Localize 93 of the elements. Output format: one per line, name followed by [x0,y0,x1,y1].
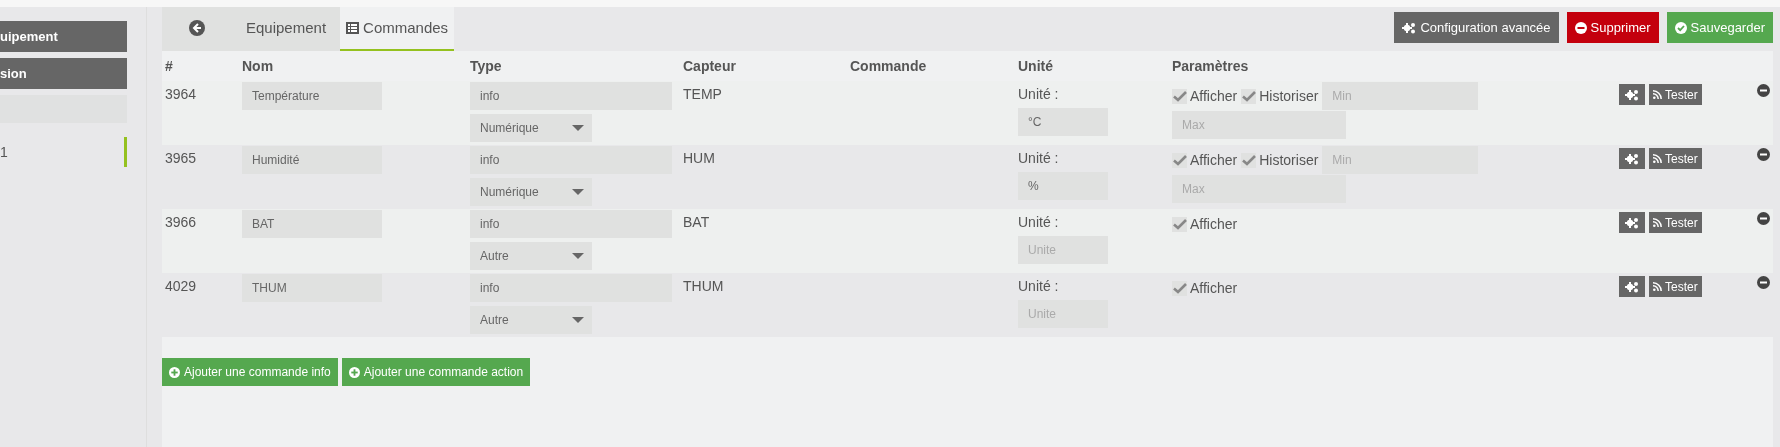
gears-icon [1625,280,1639,293]
remove-icon[interactable] [1757,84,1770,97]
save-button[interactable]: Sauvegarder [1666,12,1773,43]
back-arrow-icon [189,20,205,36]
unit-field[interactable]: °C [1018,108,1108,136]
minus-circle-icon [1574,21,1587,34]
unit-label: Unité : [1018,85,1059,104]
gears-icon [1625,152,1639,165]
column-header: Paramètres [1171,56,1250,76]
checkbox-label: Afficher [1190,86,1238,106]
table-cell: 3966 [165,214,197,230]
checkbox-label: Afficher [1190,278,1238,298]
column-header: Unité [1017,56,1054,76]
remove-icon[interactable] [1757,212,1770,225]
name-field[interactable]: BAT [242,210,382,238]
checkbox[interactable] [1172,216,1187,232]
column-header: Capteur [682,56,737,76]
type-field[interactable]: info [470,82,672,110]
table-cell: 4029 [165,278,197,294]
checkbox-label: Afficher [1190,214,1238,234]
check-icon [1172,154,1187,166]
table-cell: THUM [683,278,724,294]
add-command-button[interactable]: Ajouter une commande info [162,358,338,386]
dropdown-caret-icon [572,125,584,131]
gears-icon [1625,88,1639,101]
subtype-select[interactable]: Numérique [470,178,592,206]
gears-icon [1402,21,1417,34]
tab[interactable]: Equipement [232,7,341,51]
name-field[interactable]: Température [242,82,382,110]
rss-icon [1653,218,1662,227]
rss-icon [1653,282,1662,291]
check-circle-icon [1674,21,1687,34]
rss-icon [1653,154,1662,163]
table-cell: HUM [683,150,715,166]
test-button[interactable]: Tester [1649,84,1702,105]
checkbox[interactable] [1241,88,1257,104]
table-cell: BAT [683,214,710,230]
test-button[interactable]: Tester [1649,212,1702,233]
table-cell: TEMP [683,86,722,102]
column-header: Commande [849,56,928,76]
unit-label: Unité : [1018,213,1059,232]
remove-icon[interactable] [1757,148,1770,161]
subtype-select[interactable]: Autre [470,242,592,270]
configure-button[interactable] [1619,148,1645,169]
unit-field[interactable]: % [1018,172,1108,200]
unit-label: Unité : [1018,277,1059,296]
dropdown-caret-icon [572,253,584,259]
check-icon [1172,282,1187,294]
checkbox[interactable] [1172,280,1187,296]
add-command-button[interactable]: Ajouter une commande action [341,358,531,386]
remove-icon[interactable] [1757,276,1770,289]
subtype-select[interactable]: Autre [470,306,592,334]
dropdown-caret-icon [572,189,584,195]
checkbox[interactable] [1241,152,1257,168]
checkbox-label: Historiser [1259,86,1319,106]
column-header: Type [469,56,503,76]
subtype-select[interactable]: Numérique [470,114,592,142]
check-icon [1172,90,1187,102]
delete-button[interactable]: Supprimer [1566,12,1659,43]
rss-icon [1653,90,1662,99]
dropdown-caret-icon [572,317,584,323]
configure-button[interactable] [1619,212,1645,233]
check-icon [1241,154,1256,166]
sidebar-button[interactable]: uipement [0,21,127,52]
table-cell: 3965 [165,150,197,166]
type-field[interactable]: info [470,146,672,174]
checkbox[interactable] [1172,152,1187,168]
plus-circle-icon [348,366,360,378]
column-header: Nom [241,56,275,76]
sidebar-button[interactable]: sion [0,58,127,89]
checkbox[interactable] [1172,88,1187,104]
type-field[interactable]: info [470,210,672,238]
checkbox-label: Historiser [1259,150,1319,170]
test-button[interactable]: Tester [1649,148,1702,169]
sidebar-item[interactable]: 1 [0,137,127,167]
check-icon [1172,218,1187,230]
configure-button[interactable] [1619,276,1645,297]
plus-circle-icon [169,366,180,378]
unit-label: Unité : [1018,149,1059,168]
config-button[interactable]: Configuration avancée [1394,12,1559,43]
check-icon [1241,90,1256,102]
back-tab[interactable] [162,7,232,51]
test-button[interactable]: Tester [1649,276,1702,297]
checkbox-label: Afficher [1190,150,1238,170]
configure-button[interactable] [1619,84,1645,105]
tab[interactable]: Commandes [340,7,455,51]
table-cell: 3964 [165,86,197,102]
name-field[interactable]: Humidité [242,146,382,174]
column-header: # [164,56,174,76]
type-field[interactable]: info [470,274,672,302]
gears-icon [1625,216,1639,229]
list-icon [346,22,360,34]
name-field[interactable]: THUM [242,274,382,302]
